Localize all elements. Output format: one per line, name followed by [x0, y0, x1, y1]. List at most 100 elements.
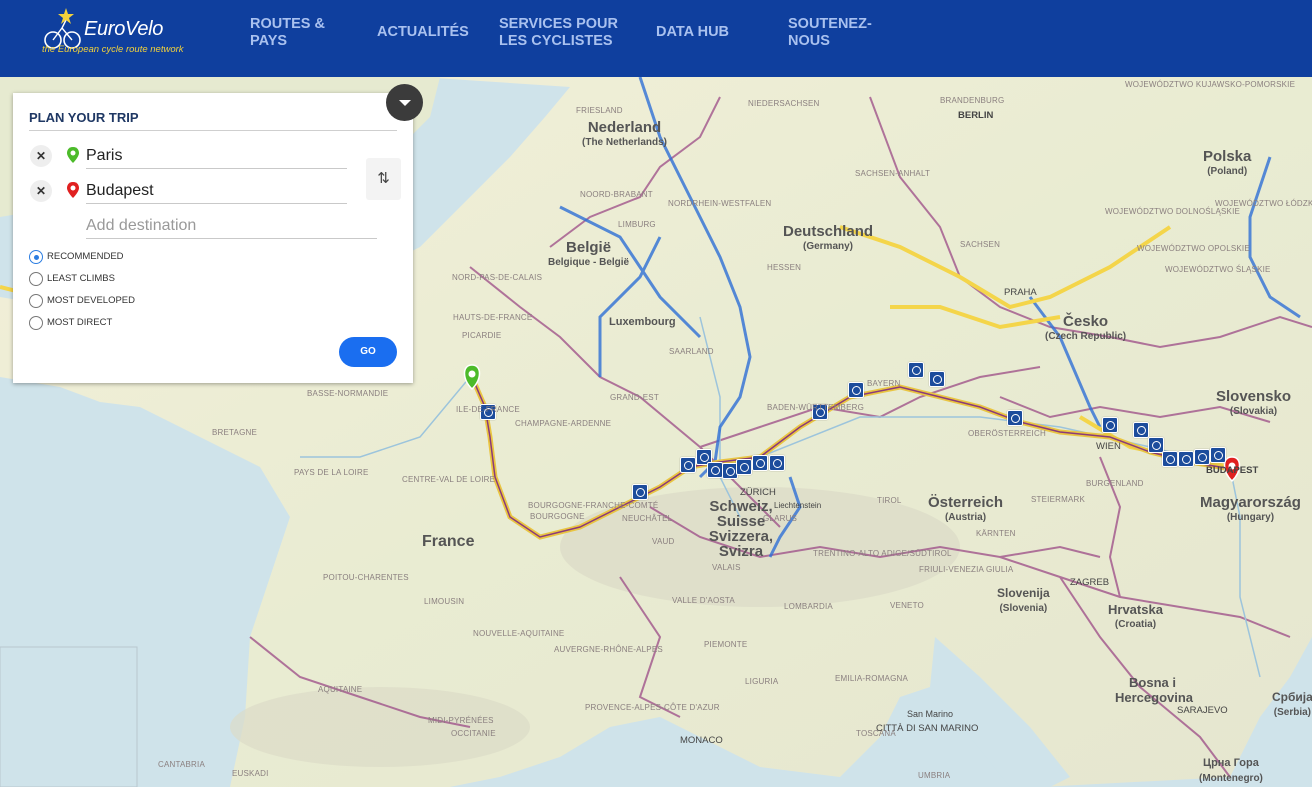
region-label: FRIESLAND	[576, 106, 623, 115]
region-label: STEIERMARK	[1031, 495, 1086, 504]
radio-label: MOST DEVELOPED	[47, 295, 135, 306]
nav-actualites[interactable]: ACTUALITÉS	[377, 24, 477, 41]
region-label: EMILIA-ROMAGNA	[835, 674, 909, 683]
country-label: Schweiz, Suisse Svizzera, Svizra	[708, 498, 774, 560]
destination-input[interactable]: Budapest	[86, 178, 347, 204]
collapse-panel-button[interactable]	[386, 84, 423, 121]
logo-wordmark: EuroVelo	[84, 18, 164, 40]
poi-marker[interactable]	[848, 382, 864, 398]
country-label: France	[422, 533, 475, 550]
country-label: Polska (Poland)	[1203, 148, 1252, 177]
city-label: Liechtenstein	[774, 501, 822, 510]
region-label: BASSE-NORMANDIE	[307, 389, 389, 398]
city-label: ZÜRICH	[740, 487, 776, 498]
poi-marker[interactable]	[707, 462, 723, 478]
pyrenees-relief	[230, 687, 530, 767]
nav-label-line1: DATA HUB	[656, 24, 730, 40]
logo-tagline: the European cycle route network	[42, 44, 184, 55]
region-label: TRENTINO-ALTO ADIGE/SÜDTIROL	[813, 549, 952, 558]
radio-button[interactable]	[29, 294, 43, 308]
region-label: CANTABRIA	[158, 760, 205, 769]
nav-label-line2: LES CYCLISTES	[499, 33, 613, 49]
country-label: Nederland (The Netherlands)	[582, 119, 668, 148]
go-button[interactable]: GO	[339, 337, 397, 367]
poi-marker[interactable]	[1210, 447, 1226, 463]
radio-button[interactable]	[29, 250, 43, 264]
region-label: SAARLAND	[669, 347, 714, 356]
region-label: BOURGOGNE	[530, 512, 585, 521]
divider	[29, 130, 397, 131]
region-label: AUVERGNE-RHÔNE-ALPES	[554, 645, 663, 654]
region-label: VENETO	[890, 601, 924, 610]
nav-label-line1: SERVICES POUR	[499, 16, 618, 32]
radio-label: MOST DIRECT	[47, 317, 113, 328]
radio-button[interactable]	[29, 316, 43, 330]
region-label: BRETAGNE	[212, 428, 258, 437]
region-label: SACHSEN	[960, 240, 1001, 249]
origin-input[interactable]: Paris	[86, 143, 347, 169]
region-label: HESSEN	[767, 263, 802, 272]
planner-title: PLAN YOUR TRIP	[29, 110, 139, 125]
city-label: BUDAPEST	[1206, 465, 1259, 476]
region-label: NOUVELLE-AQUITAINE	[473, 629, 565, 638]
region-label: UMBRIA	[918, 771, 951, 780]
city-label: PRAHA	[1004, 287, 1037, 298]
poi-marker[interactable]	[1007, 410, 1023, 426]
poi-marker[interactable]	[680, 457, 696, 473]
nav-label-line1: ACTUALITÉS	[377, 24, 469, 40]
country-label: Österreich (Austria)	[928, 494, 1004, 523]
city-label: MONACO	[680, 735, 723, 746]
region-label: NORDRHEIN-WESTFALEN	[668, 199, 772, 208]
poi-marker[interactable]	[736, 459, 752, 475]
poi-marker[interactable]	[752, 455, 768, 471]
region-label: BURGENLAND	[1086, 479, 1144, 488]
add-destination-input[interactable]: Add destination	[86, 213, 377, 239]
nav-data-hub[interactable]: DATA HUB	[656, 24, 756, 41]
region-label: NIEDERSACHSEN	[748, 99, 820, 108]
region-label: LIGURIA	[745, 677, 779, 686]
region-label: HAUTS-DE-FRANCE	[453, 313, 533, 322]
country-label: Црна Гора (Montenegro)	[1199, 757, 1263, 784]
region-label: CHAMPAGNE-ARDENNE	[515, 419, 612, 428]
city-label: SARAJEVO	[1177, 705, 1228, 716]
clear-destination-button[interactable]: ✕	[30, 180, 52, 202]
region-label: WOJEWÓDZTWO ŁÓDZKIE	[1215, 199, 1312, 208]
region-label: OCCITANIE	[451, 729, 496, 738]
country-label: Deutschland (Germany)	[783, 223, 874, 252]
region-label: KÄRNTEN	[976, 529, 1016, 538]
poi-marker[interactable]	[929, 371, 945, 387]
region-label: ILE-DE-FRANCE	[456, 405, 520, 414]
region-label: BADEN-WÜRTTEMBERG	[767, 403, 865, 412]
nav-routes-pays[interactable]: ROUTES & PAYS	[250, 16, 350, 50]
nav-label-line2: NOUS	[788, 33, 830, 49]
trip-planner-panel: PLAN YOUR TRIP ✕ Paris ✕ Budapest ⇅ Add …	[13, 84, 423, 383]
region-label: AQUITAINE	[318, 685, 363, 694]
country-label: Србија (Serbia)	[1272, 690, 1312, 718]
region-label: PICARDIE	[462, 331, 502, 340]
poi-marker[interactable]	[1162, 451, 1178, 467]
poi-marker[interactable]	[1102, 417, 1118, 433]
country-label: België Belgique - België	[548, 239, 630, 268]
region-label: WOJEWÓDZTWO DOLNOŚLĄSKIE	[1105, 207, 1241, 216]
region-label: WOJEWÓDZTWO ŚLĄSKIE	[1165, 265, 1271, 274]
swap-locations-button[interactable]: ⇅	[366, 158, 401, 200]
clear-origin-button[interactable]: ✕	[30, 145, 52, 167]
city-label: San Marino	[907, 709, 954, 719]
country-label: Bosna i Hercegovina	[1115, 675, 1194, 705]
radio-button[interactable]	[29, 272, 43, 286]
country-label: Česko (Czech Republic)	[1045, 313, 1127, 342]
poi-marker[interactable]	[1178, 451, 1194, 467]
nav-label-line1: ROUTES &	[250, 16, 325, 32]
nav-soutenez-nous[interactable]: SOUTENEZ- NOUS	[788, 16, 888, 50]
poi-marker[interactable]	[769, 455, 785, 471]
country-label: Hrvatska (Croatia)	[1108, 602, 1163, 630]
close-icon: ✕	[35, 184, 47, 198]
eurovelo-logo[interactable]: EuroVelo the European cycle route networ…	[40, 4, 190, 60]
poi-marker[interactable]	[632, 484, 648, 500]
poi-marker[interactable]	[1194, 449, 1210, 465]
poi-marker[interactable]	[1133, 422, 1149, 438]
nav-services-cyclistes[interactable]: SERVICES POUR LES CYCLISTES	[499, 16, 629, 50]
poi-marker[interactable]	[908, 362, 924, 378]
country-label: Luxembourg	[609, 316, 676, 328]
close-icon: ✕	[35, 149, 47, 163]
